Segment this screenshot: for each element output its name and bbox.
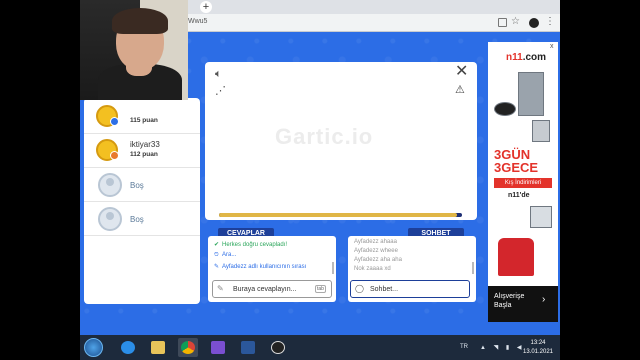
file-explorer-icon[interactable] xyxy=(148,338,168,357)
word-icon[interactable] xyxy=(238,338,258,357)
star-icon[interactable]: ☆ xyxy=(511,16,520,28)
badge-icon xyxy=(110,151,119,160)
chevron-right-icon[interactable]: › xyxy=(542,294,545,305)
chrome-glyph xyxy=(181,341,195,354)
translate-icon[interactable] xyxy=(498,18,507,27)
obs-icon[interactable] xyxy=(268,338,288,357)
alert-icon[interactable]: ⚠︎ xyxy=(455,83,465,96)
armchair-image xyxy=(498,238,534,276)
answers-panel: ✔ Herkes doğru cevapladı! ⏲ Ara... ✎ Ayfade… xyxy=(208,236,336,302)
chat-placeholder: Sohbet... xyxy=(370,286,399,293)
ad-cta-line1: Alışverişe xyxy=(494,293,525,300)
check-icon: ✔ xyxy=(214,242,220,248)
player-row[interactable]: Boş xyxy=(84,168,200,202)
extension-icon[interactable] xyxy=(529,18,539,28)
empty-avatar-icon xyxy=(98,207,122,231)
ad-logo-com: .com xyxy=(522,52,547,63)
obs-glyph xyxy=(271,341,285,354)
badge-icon xyxy=(110,117,119,126)
message-text: Ara... xyxy=(222,252,237,258)
language-indicator[interactable]: TR xyxy=(460,344,468,350)
chat-message: Ayfadezz aha aha xyxy=(354,257,402,263)
start-button[interactable] xyxy=(84,338,103,357)
close-icon[interactable]: ✕ xyxy=(455,64,468,80)
message-text: Ayfadezz adlı kullanıcının sırası xyxy=(222,264,307,270)
answer-message: ✔ Herkes doğru cevapladı! xyxy=(214,241,287,248)
answer-input[interactable]: ✎ Buraya cevaplayın... tab xyxy=(212,280,332,298)
new-tab-button[interactable]: + xyxy=(200,1,212,13)
clock-date[interactable]: 13.01.2021 xyxy=(520,349,556,355)
folder-glyph xyxy=(151,341,165,354)
timer-bar xyxy=(219,213,462,217)
answer-message: ✎ Ayfadezz adlı kullanıcının sırası xyxy=(214,263,306,270)
word-glyph xyxy=(241,341,255,354)
timer-fill xyxy=(219,213,458,217)
internet-explorer-icon[interactable] xyxy=(118,338,138,357)
chat-message: Nok zaaaa xd xyxy=(354,266,391,272)
ad-cta-line2: Başla xyxy=(494,302,512,309)
url-text[interactable]: Wwu5 xyxy=(188,18,207,25)
webcam-person-hair xyxy=(112,8,168,34)
player-row[interactable]: 115 puan xyxy=(84,100,200,134)
ad-subtitle: Kış İndirimleri xyxy=(494,178,552,188)
tray-icons[interactable]: ▲ ◥ ▮ ◀ xyxy=(480,344,524,351)
chrome-icon[interactable] xyxy=(178,338,198,357)
watermark: Gartic.io xyxy=(275,124,374,149)
taskbar: TR ▲ ◥ ▮ ◀ 13:24 13.01.2021 xyxy=(80,335,560,360)
players-panel: 115 puan iktiyar33 112 puan Boş Boş xyxy=(84,98,200,304)
chat-input[interactable]: ◯ Sohbet... xyxy=(350,280,470,298)
player-name: Boş xyxy=(130,215,144,224)
media-icon[interactable] xyxy=(208,338,228,357)
player-name: Boş xyxy=(130,181,144,190)
chat-panel: Ayfadezz ahaaa Ayfadezz wheee Ayfadezz a… xyxy=(348,236,476,302)
share-icon[interactable]: ⋰ xyxy=(215,84,226,97)
ad-logo-11: 11 xyxy=(512,52,523,63)
ad-brand: n11'de xyxy=(508,192,530,199)
answer-message: ⏲ Ara... xyxy=(214,252,236,259)
ie-glyph xyxy=(121,341,135,354)
webcam-overlay xyxy=(80,0,188,100)
chat-bubble-icon: ◯ xyxy=(355,284,364,293)
player-row[interactable]: iktiyar33 112 puan xyxy=(84,134,200,168)
scrollbar[interactable] xyxy=(332,262,334,274)
player-name: iktiyar33 xyxy=(130,140,160,149)
clock-time[interactable]: 13:24 xyxy=(520,340,556,346)
player-score: 115 puan xyxy=(130,117,158,124)
menu-icon[interactable]: ⋮ xyxy=(545,16,555,28)
scrollbar[interactable] xyxy=(472,262,474,274)
message-text: Herkes doğru cevapladı! xyxy=(222,242,288,248)
microwave-image xyxy=(530,206,552,228)
speaker-icon[interactable]: 🔈︎ xyxy=(215,68,222,81)
clock-icon: ⏲ xyxy=(214,252,219,258)
ad-close-icon[interactable]: x xyxy=(550,43,554,50)
player-score: 112 puan xyxy=(130,151,158,158)
fridge-image xyxy=(518,72,544,116)
ad-title-line2: 3GECE xyxy=(494,160,539,175)
answer-placeholder: Buraya cevaplayın... xyxy=(233,286,297,293)
pencil-icon: ✎ xyxy=(214,264,220,270)
webcam-person-hand xyxy=(126,56,152,76)
coffee-machine-image xyxy=(532,120,550,142)
empty-avatar-icon xyxy=(98,173,122,197)
pencil-icon: ✎ xyxy=(217,284,224,293)
chat-message: Ayfadezz wheee xyxy=(354,248,398,254)
tab-key-hint: tab xyxy=(315,285,326,293)
ad-cta-button[interactable]: Alışverişe Başla xyxy=(494,292,524,310)
media-glyph xyxy=(211,341,225,354)
ad-banner[interactable]: x n11.com 3GÜN 3GECE Kış İndirimleri n11'… xyxy=(488,42,558,322)
ad-title: 3GÜN 3GECE xyxy=(494,148,538,174)
chat-message: Ayfadezz ahaaa xyxy=(354,239,397,245)
drawing-canvas[interactable]: 🔈︎ ⋰ ✕ ⚠︎ Gartic.io xyxy=(205,62,477,220)
ad-logo: n11.com xyxy=(506,52,546,63)
player-row[interactable]: Boş xyxy=(84,202,200,236)
screen: + Wwu5 ☆ ⋮ 115 puan iktiyar33 112 puan B… xyxy=(0,0,640,360)
pan-image xyxy=(494,102,516,116)
